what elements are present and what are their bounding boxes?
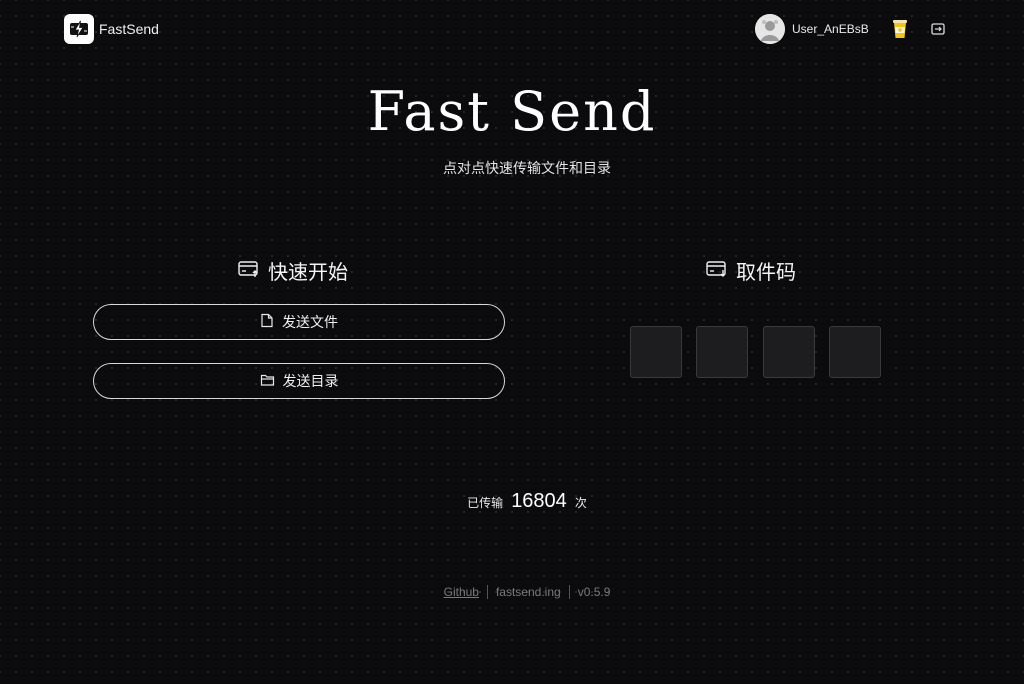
send-files-label: 发送文件	[282, 314, 338, 330]
download-card-icon	[706, 259, 728, 283]
pickup-code-title: 取件码	[736, 260, 796, 284]
footer-divider	[568, 585, 570, 599]
quick-start-heading: 快速开始	[238, 256, 348, 285]
folder-icon	[260, 373, 275, 390]
file-icon	[260, 313, 274, 331]
page-title: Fast Send	[367, 80, 657, 143]
coffee-cup-icon[interactable]	[891, 18, 909, 40]
fastsend-page: FastSend User_AnEBsB Fast Send 点对点快速传输文件…	[0, 0, 1024, 684]
send-directory-label: 发送目录	[282, 373, 339, 389]
site-domain: fastsend.ing	[495, 585, 561, 599]
page-subtitle: 点对点快速传输文件和目录	[443, 161, 611, 177]
upload-card-icon	[238, 259, 260, 283]
user-avatar-icon[interactable]	[755, 14, 785, 44]
send-directory-button[interactable]: 发送目录	[93, 363, 505, 399]
footer-divider	[486, 585, 488, 599]
footer: Github fastsend.ing v0.5.9	[0, 585, 1024, 599]
lightning-logo-icon	[64, 14, 94, 44]
username: User_AnEBsB	[792, 22, 869, 36]
pickup-code-digit-1[interactable]	[630, 326, 682, 378]
stats-suffix: 次	[574, 496, 587, 510]
send-files-button[interactable]: 发送文件	[93, 304, 505, 340]
transfer-stats: 已传输 16804 次	[0, 490, 1024, 513]
pickup-code-digit-3[interactable]	[763, 326, 815, 378]
transfer-count: 16804	[511, 490, 567, 512]
user-menu[interactable]: User_AnEBsB	[755, 14, 869, 44]
brand[interactable]: FastSend	[64, 14, 159, 44]
pickup-code-digit-2[interactable]	[696, 326, 748, 378]
github-link[interactable]: Github	[444, 585, 479, 599]
pickup-code-heading: 取件码	[706, 256, 796, 285]
version-label: v0.5.9	[577, 585, 611, 599]
stats-prefix: 已传输	[467, 496, 504, 510]
pickup-code-digit-4[interactable]	[829, 326, 881, 378]
logout-icon[interactable]	[930, 21, 946, 37]
brand-name: FastSend	[99, 21, 159, 37]
quick-start-title: 快速开始	[268, 260, 348, 284]
